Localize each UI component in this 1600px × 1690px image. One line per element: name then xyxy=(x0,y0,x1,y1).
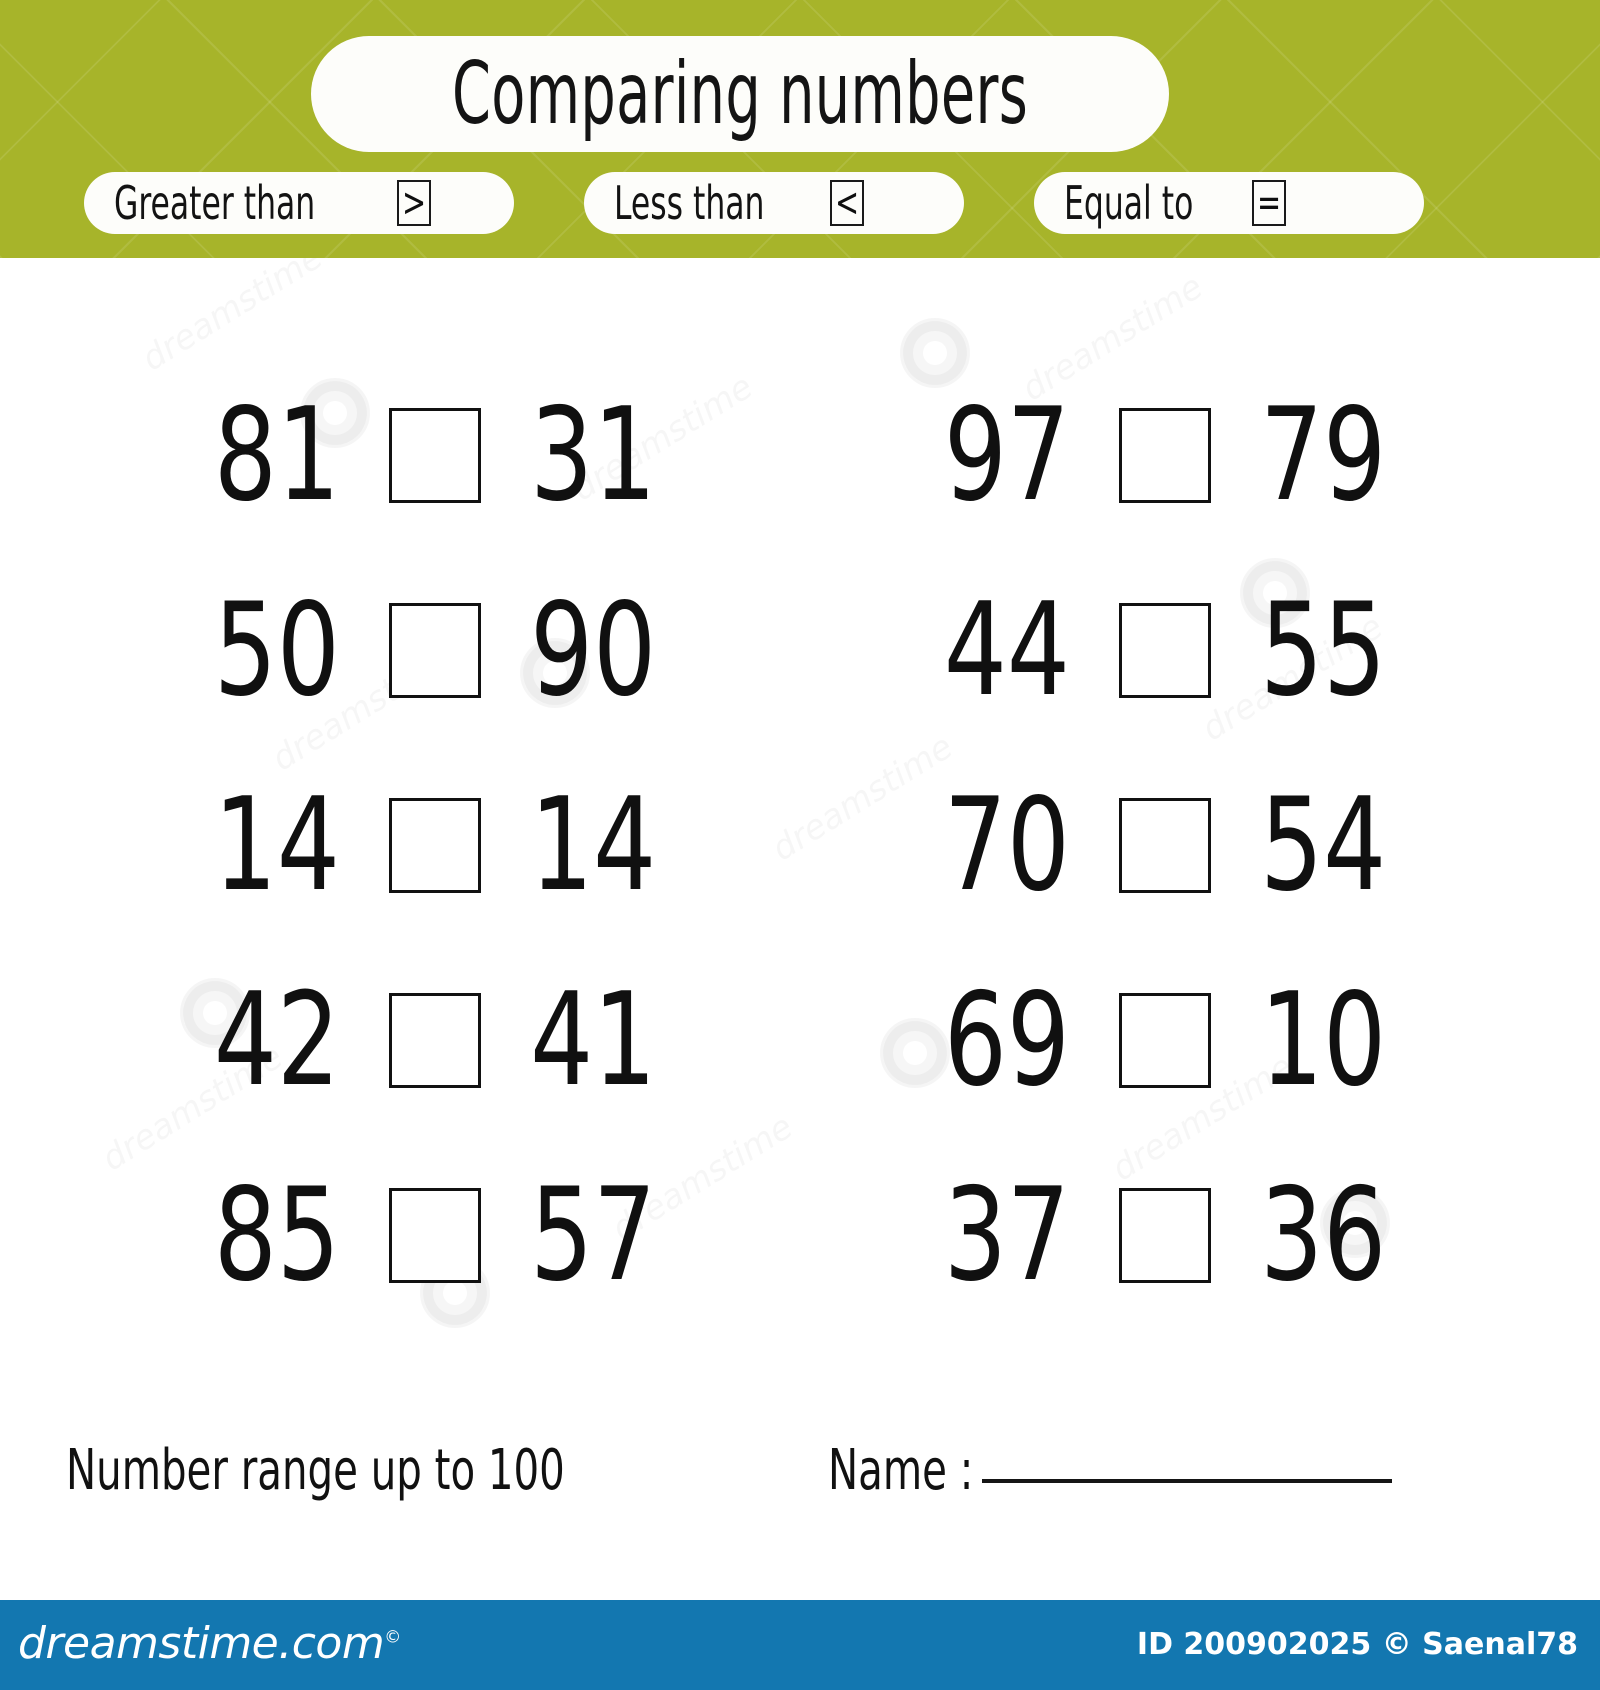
operand-right: 36 xyxy=(1260,1160,1387,1310)
problem-5-2: 37 36 xyxy=(800,1160,1530,1310)
problem-2-2: 44 55 xyxy=(800,575,1530,725)
page-title: Comparing numbers xyxy=(451,44,1029,144)
operand-right: 90 xyxy=(530,575,657,725)
answer-box[interactable] xyxy=(389,1188,481,1283)
operand-left: 44 xyxy=(943,575,1070,725)
answer-box[interactable] xyxy=(389,993,481,1088)
problem-row: 81 31 97 79 xyxy=(70,358,1530,553)
operand-left: 37 xyxy=(943,1160,1070,1310)
legend-item-equal-to: Equal to = xyxy=(1034,172,1424,234)
legend-label-less-than: Less than xyxy=(614,176,765,230)
problem-1-1: 81 31 xyxy=(70,380,800,530)
answer-box[interactable] xyxy=(389,603,481,698)
answer-box[interactable] xyxy=(389,798,481,893)
operand-right: 14 xyxy=(530,770,657,920)
legend-label-equal-to: Equal to xyxy=(1064,176,1194,230)
operand-right: 10 xyxy=(1260,965,1387,1115)
problem-4-1: 42 41 xyxy=(70,965,800,1115)
dreamstime-logo[interactable]: dreamstime.com© xyxy=(18,1622,401,1666)
problem-4-2: 69 10 xyxy=(800,965,1530,1115)
operand-right: 79 xyxy=(1260,380,1387,530)
problem-3-1: 14 14 xyxy=(70,770,800,920)
problem-row: 42 41 69 10 xyxy=(70,943,1530,1138)
problems-grid: 81 31 97 79 50 90 44 55 14 14 70 54 42 4… xyxy=(70,358,1530,1333)
legend-item-greater-than: Greater than > xyxy=(84,172,514,234)
number-range-text: Number range up to 100 xyxy=(66,1438,565,1503)
operand-right: 55 xyxy=(1260,575,1387,725)
worksheet-body: dreamstime dreamstime dreamstime dreamst… xyxy=(0,258,1600,1560)
problem-row: 50 90 44 55 xyxy=(70,553,1530,748)
registered-mark-icon: © xyxy=(384,1627,401,1648)
answer-box[interactable] xyxy=(1119,603,1211,698)
operand-right: 31 xyxy=(530,380,657,530)
legend-item-less-than: Less than < xyxy=(584,172,964,234)
image-id-text: ID 200902025 © Saenal78 xyxy=(1136,1627,1578,1662)
problem-row: 85 57 37 36 xyxy=(70,1138,1530,1333)
equal-to-icon: = xyxy=(1257,180,1282,226)
operand-left: 69 xyxy=(943,965,1070,1115)
problem-5-1: 85 57 xyxy=(70,1160,800,1310)
problem-3-2: 70 54 xyxy=(800,770,1530,920)
problem-1-2: 97 79 xyxy=(800,380,1530,530)
name-input-line[interactable] xyxy=(981,1479,1392,1483)
title-pill: Comparing numbers xyxy=(311,36,1169,152)
name-field-group: Name : xyxy=(828,1443,1392,1499)
stock-footer-bar: dreamstime.com© ID 200902025 © Saenal78 xyxy=(0,1600,1600,1690)
answer-box[interactable] xyxy=(1119,798,1211,893)
operand-left: 14 xyxy=(213,770,340,920)
problem-2-1: 50 90 xyxy=(70,575,800,725)
operand-right: 54 xyxy=(1260,770,1387,920)
answer-box[interactable] xyxy=(389,408,481,503)
dreamstime-logo-text: dreamstime.com xyxy=(18,1618,385,1669)
operand-left: 70 xyxy=(943,770,1070,920)
equal-to-symbol-box: = xyxy=(1252,180,1287,226)
problem-row: 14 14 70 54 xyxy=(70,748,1530,943)
operand-right: 41 xyxy=(530,965,657,1115)
answer-box[interactable] xyxy=(1119,1188,1211,1283)
worksheet-header: Comparing numbers Greater than > Less th… xyxy=(0,0,1600,258)
less-than-icon: < xyxy=(834,180,860,226)
answer-box[interactable] xyxy=(1119,408,1211,503)
operand-left: 81 xyxy=(213,380,340,530)
greater-than-icon: > xyxy=(401,180,426,226)
name-label: Name : xyxy=(828,1438,974,1503)
operand-left: 97 xyxy=(943,380,1070,530)
answer-box[interactable] xyxy=(1119,993,1211,1088)
worksheet-page: Comparing numbers Greater than > Less th… xyxy=(0,0,1600,1690)
operand-left: 85 xyxy=(213,1160,340,1310)
legend-row: Greater than > Less than < Equal to = xyxy=(84,172,1424,234)
legend-label-greater-than: Greater than xyxy=(114,176,316,230)
greater-than-symbol-box: > xyxy=(396,180,431,226)
less-than-symbol-box: < xyxy=(830,180,865,226)
operand-left: 50 xyxy=(213,575,340,725)
operand-right: 57 xyxy=(530,1160,657,1310)
operand-left: 42 xyxy=(213,965,340,1115)
